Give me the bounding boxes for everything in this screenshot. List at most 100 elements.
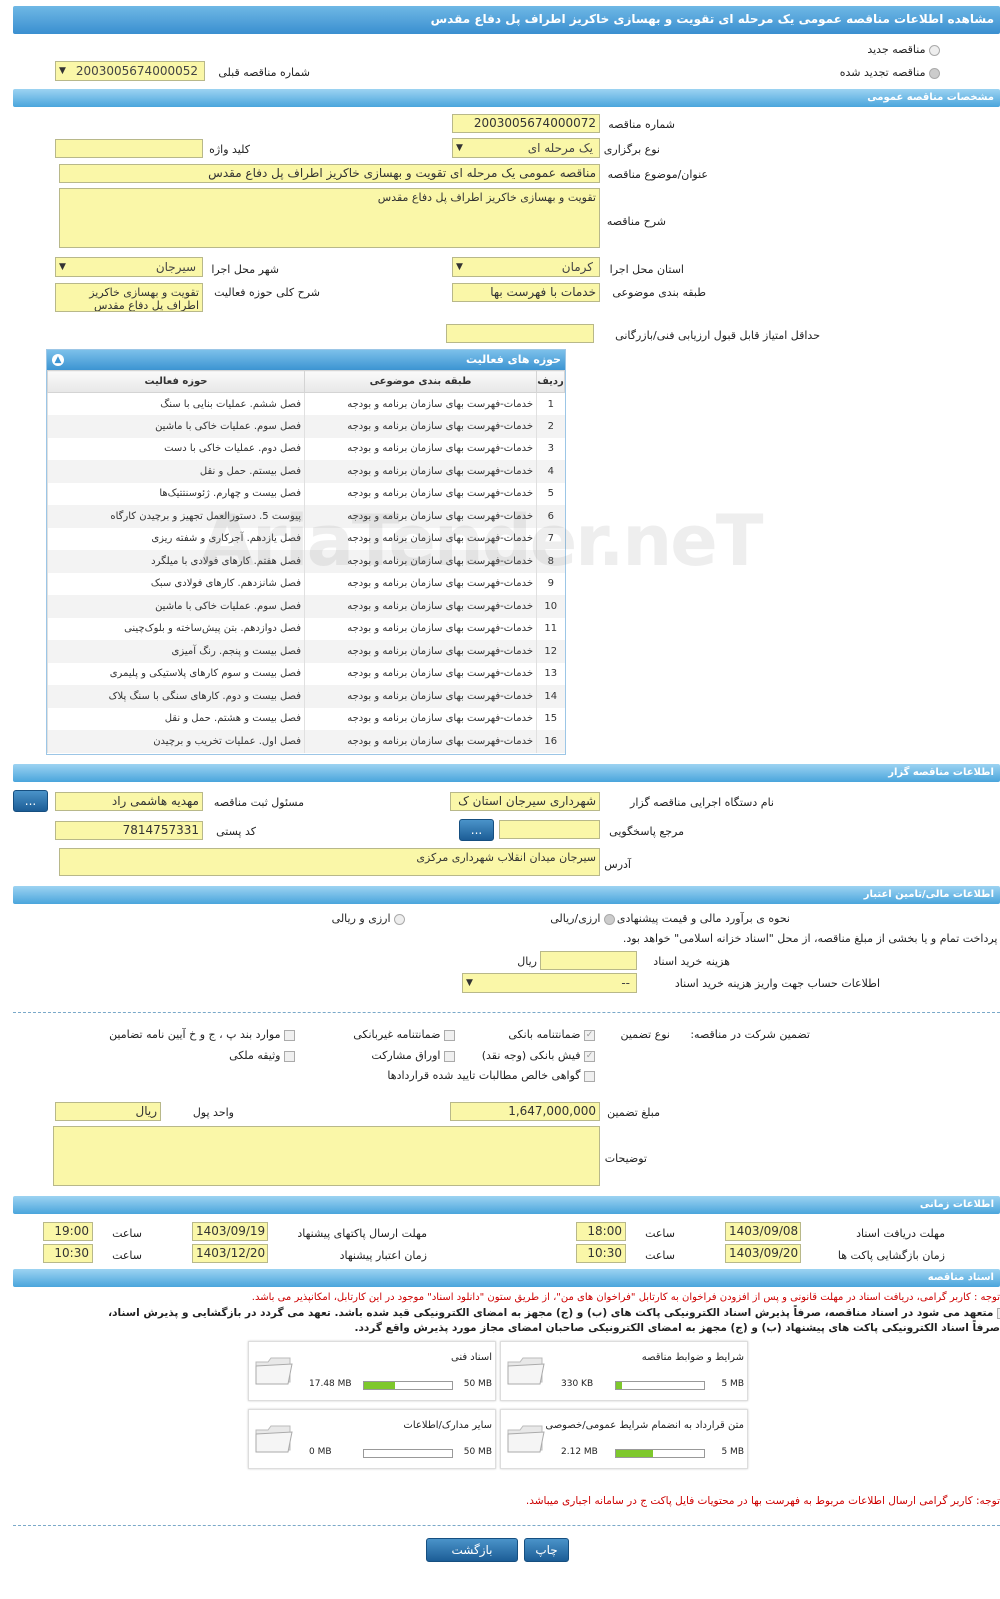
address-label: آدرس: [604, 858, 631, 871]
category-cell: خدمات-فهرست بهای سازمان برنامه و بودجه: [304, 640, 537, 663]
account-value: --: [621, 976, 630, 990]
validity-time[interactable]: 10:30: [43, 1244, 93, 1263]
print-button[interactable]: چاپ: [524, 1538, 569, 1562]
documents-note1: توجه : کاربر گرامی، دریافت اسناد در مهلت…: [251, 1292, 1000, 1303]
city-select[interactable]: سیرجان ▼: [55, 257, 203, 277]
g-clause-check[interactable]: موارد بند پ ، ج و خ آیین نامه تضامین: [109, 1028, 295, 1041]
category-label: طبقه بندی موضوعی: [612, 286, 706, 299]
min-score-field[interactable]: [446, 324, 594, 343]
g-nonbank-check[interactable]: ضمانتنامه غیربانکی: [353, 1028, 455, 1041]
amount-field[interactable]: 1,647,000,000: [450, 1102, 600, 1121]
estimate-label: نحوه ی برآورد مالی و قیمت پیشنهادی: [616, 912, 790, 925]
open-time-label: ساعت: [645, 1249, 675, 1262]
new-tender-label: مناقصه جدید: [867, 43, 926, 56]
estimate-opt2[interactable]: ارزی و ریالی: [332, 912, 405, 925]
row-number-cell: 14: [536, 685, 565, 708]
send-label: مهلت ارسال پاکتهای پیشنهاد: [297, 1227, 427, 1240]
timing-section-header: اطلاعات زمانی: [13, 1196, 1000, 1214]
document-file-box[interactable]: سایر مدارک/اطلاعات 50 MB 0 MB: [248, 1409, 496, 1469]
document-file-box[interactable]: شرایط و ضوابط مناقصه 5 MB 330 KB: [500, 1341, 748, 1401]
islamic-label: پرداخت تمام و یا بخشی از مبلغ مناقصه، از…: [622, 932, 998, 945]
table-row: 1 خدمات-فهرست بهای سازمان برنامه و بودجه ف…: [47, 392, 565, 415]
g-bonds-check[interactable]: اوراق مشارکت: [371, 1049, 455, 1062]
islamic-check[interactable]: پرداخت تمام و یا بخشی از مبلغ مناقصه، از…: [623, 932, 1000, 945]
file-size: 17.48 MB: [309, 1379, 352, 1389]
g-receivable-check[interactable]: گواهی خالص مطالبات تایید شده قراردادها: [387, 1069, 595, 1082]
validity-date[interactable]: 1403/12/20: [192, 1244, 268, 1263]
commit-check[interactable]: ✓ متعهد می شود در اسناد مناقصه، صرفاً پذ…: [108, 1307, 1000, 1319]
file-max-size: 50 MB: [463, 1379, 492, 1389]
category-field[interactable]: خدمات با فهرست بها: [452, 283, 600, 302]
finance-section-header: اطلاعات مالی/تامین اعتبار: [13, 886, 1000, 904]
commit-text1: متعهد می شود در اسناد مناقصه، صرفاً پذیر…: [108, 1307, 994, 1319]
document-file-box[interactable]: متن قرارداد به انضمام شرایط عمومی/خصوصی 5…: [500, 1409, 748, 1469]
activity-cell: فصل دوم. عملیات خاکی با دست: [47, 437, 305, 460]
estimate-opt1[interactable]: ارزی/ریالی: [550, 912, 615, 925]
activity-cell: فصل ششم. عملیات بنایی با سنگ: [47, 392, 305, 415]
file-size-progress: [363, 1449, 453, 1458]
estimate-opt2-label: ارزی و ریالی: [331, 912, 391, 925]
col-category: طبقه بندی موضوعی: [304, 370, 537, 393]
city-label: شهر محل اجرا: [211, 263, 279, 276]
account-select[interactable]: -- ▼: [462, 973, 637, 993]
send-date[interactable]: 1403/09/19: [192, 1222, 268, 1241]
type-select[interactable]: یک مرحله ای ▼: [452, 138, 600, 158]
province-select[interactable]: کرمان ▼: [452, 257, 600, 277]
file-size: 0 MB: [309, 1447, 332, 1457]
back-button[interactable]: بازگشت: [426, 1538, 518, 1562]
registrar-more-button[interactable]: ...: [13, 790, 48, 812]
ref-more-button[interactable]: ...: [459, 819, 494, 841]
address-field[interactable]: سیرجان میدان انقلاب شهرداری مرکزی: [59, 848, 600, 876]
collapse-icon[interactable]: ▲: [52, 354, 64, 366]
renewed-tender-label: مناقصه تجدید شده: [839, 66, 926, 79]
notes-field[interactable]: [53, 1126, 600, 1186]
receive-date[interactable]: 1403/09/08: [725, 1222, 801, 1241]
org-field[interactable]: شهرداری سیرجان استان ک: [450, 792, 600, 811]
keyword-field[interactable]: [55, 139, 203, 158]
title-field[interactable]: مناقصه عمومی یک مرحله ای تقویت و بهسازی …: [59, 164, 600, 183]
row-number-cell: 12: [536, 640, 565, 663]
g-nonbank-label: ضمانتنامه غیربانکی: [353, 1028, 441, 1041]
page-title-bar: مشاهده اطلاعات مناقصه عمومی یک مرحله ای …: [13, 6, 1000, 34]
open-time[interactable]: 10:30: [576, 1244, 626, 1263]
registrar-field[interactable]: مهدیه هاشمی راد: [55, 792, 203, 811]
desc-field[interactable]: تقویت و بهسازی خاکریز اطراف پل دفاع مقدس: [59, 188, 600, 248]
category-cell: خدمات-فهرست بهای سازمان برنامه و بودجه: [304, 685, 537, 708]
receive-time-label: ساعت: [645, 1227, 675, 1240]
renewed-tender-radio[interactable]: مناقصه تجدید شده: [840, 66, 940, 79]
page-title: مشاهده اطلاعات مناقصه عمومی یک مرحله ای …: [430, 12, 994, 26]
table-row: 14 خدمات-فهرست بهای سازمان برنامه و بودجه…: [47, 685, 565, 708]
row-number-cell: 2: [536, 415, 565, 438]
file-max-size: 5 MB: [721, 1447, 744, 1457]
g-check-label: فیش بانکی (وجه نقد): [481, 1049, 581, 1062]
file-max-size: 50 MB: [463, 1447, 492, 1457]
activity-desc-label: شرح کلی حوزه فعالیت: [214, 286, 320, 299]
activity-cell: فصل بیست و دوم. کارهای سنگی با سنگ پلاک: [47, 685, 305, 708]
activity-desc-field[interactable]: تقویت و بهسازی خاکریز اطراف پل دفاع مقدس: [55, 283, 203, 312]
ref-field[interactable]: [499, 820, 600, 839]
doc-fee-field[interactable]: [540, 951, 637, 970]
new-tender-radio[interactable]: مناقصه جدید: [867, 43, 940, 56]
g-clause-label: موارد بند پ ، ج و خ آیین نامه تضامین: [109, 1028, 281, 1041]
type-label: نوع برگزاری: [603, 143, 660, 156]
open-label: زمان بازگشایی پاکت ها: [837, 1249, 945, 1262]
g-property-check[interactable]: وثیقه ملکی: [229, 1049, 295, 1062]
postal-label: کد پستی: [216, 825, 256, 838]
document-file-box[interactable]: اسناد فنی 50 MB 17.48 MB: [248, 1341, 496, 1401]
g-check-check[interactable]: ✓ فیش بانکی (وجه نقد): [482, 1049, 595, 1062]
activity-cell: فصل اول. عملیات تخریب و برچیدن: [47, 730, 305, 753]
g-bank-label: ضمانتنامه بانکی: [508, 1028, 581, 1041]
category-cell: خدمات-فهرست بهای سازمان برنامه و بودجه: [304, 595, 537, 618]
row-number-cell: 13: [536, 662, 565, 685]
send-time[interactable]: 19:00: [43, 1222, 93, 1241]
category-cell: خدمات-فهرست بهای سازمان برنامه و بودجه: [304, 730, 537, 753]
keyword-label: کلید واژه: [209, 143, 250, 156]
currency-field[interactable]: ریال: [55, 1102, 161, 1121]
open-date[interactable]: 1403/09/20: [725, 1244, 801, 1263]
prev-number-select[interactable]: 2003005674000052 ▼: [55, 61, 205, 81]
g-bank-check[interactable]: ✓ ضمانتنامه بانکی: [508, 1028, 595, 1041]
activity-cell: فصل بیست و هشتم. حمل و نقل: [47, 707, 305, 730]
receive-time[interactable]: 18:00: [576, 1222, 626, 1241]
tender-number-field[interactable]: 2003005674000072: [452, 114, 600, 133]
postal-field[interactable]: 7814757331: [55, 821, 203, 840]
